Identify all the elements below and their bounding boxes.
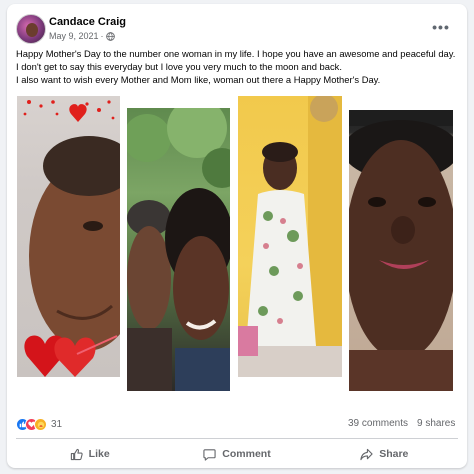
photo-3[interactable] (238, 96, 342, 377)
post-meta: May 9, 2021 · (49, 31, 115, 41)
author-avatar[interactable] (16, 14, 46, 44)
like-label: Like (88, 448, 110, 460)
photo-2[interactable] (127, 108, 230, 391)
post-text: Happy Mother's Day to the number one wom… (16, 47, 460, 86)
reaction-count: 31 (51, 419, 63, 430)
author-name[interactable]: Candace Craig (49, 16, 126, 28)
care-icon (34, 418, 47, 431)
comment-label: Comment (222, 448, 271, 460)
more-horizontal-icon: ••• (432, 19, 450, 35)
globe-icon (105, 31, 115, 41)
share-icon (360, 448, 373, 460)
comment-button[interactable]: Comment (163, 441, 310, 467)
post-stats: 31 39 comments 9 shares (7, 417, 467, 433)
share-label: Share (379, 448, 409, 460)
comments-count[interactable]: 39 comments (348, 418, 408, 429)
post-actions: Like Comment Share (16, 441, 458, 467)
thumbs-up-icon (70, 448, 83, 460)
actions-divider (16, 438, 458, 439)
share-button[interactable]: Share (311, 441, 458, 467)
like-button[interactable]: Like (16, 441, 163, 467)
meta-separator: · (100, 31, 104, 41)
photo-1[interactable] (17, 96, 120, 377)
more-options-button[interactable]: ••• (430, 16, 452, 38)
post-text-line-1: Happy Mother's Day to the number one wom… (16, 48, 456, 72)
shares-count[interactable]: 9 shares (417, 418, 455, 429)
photo-4[interactable] (349, 110, 453, 391)
reactions-summary[interactable]: 31 (16, 418, 62, 431)
post-card: Candace Craig May 9, 2021 · ••• Happy Mo… (7, 4, 467, 468)
post-date[interactable]: May 9, 2021 (49, 31, 99, 41)
post-text-line-2: I also want to wish every Mother and Mom… (16, 74, 381, 85)
comment-icon (203, 448, 216, 461)
